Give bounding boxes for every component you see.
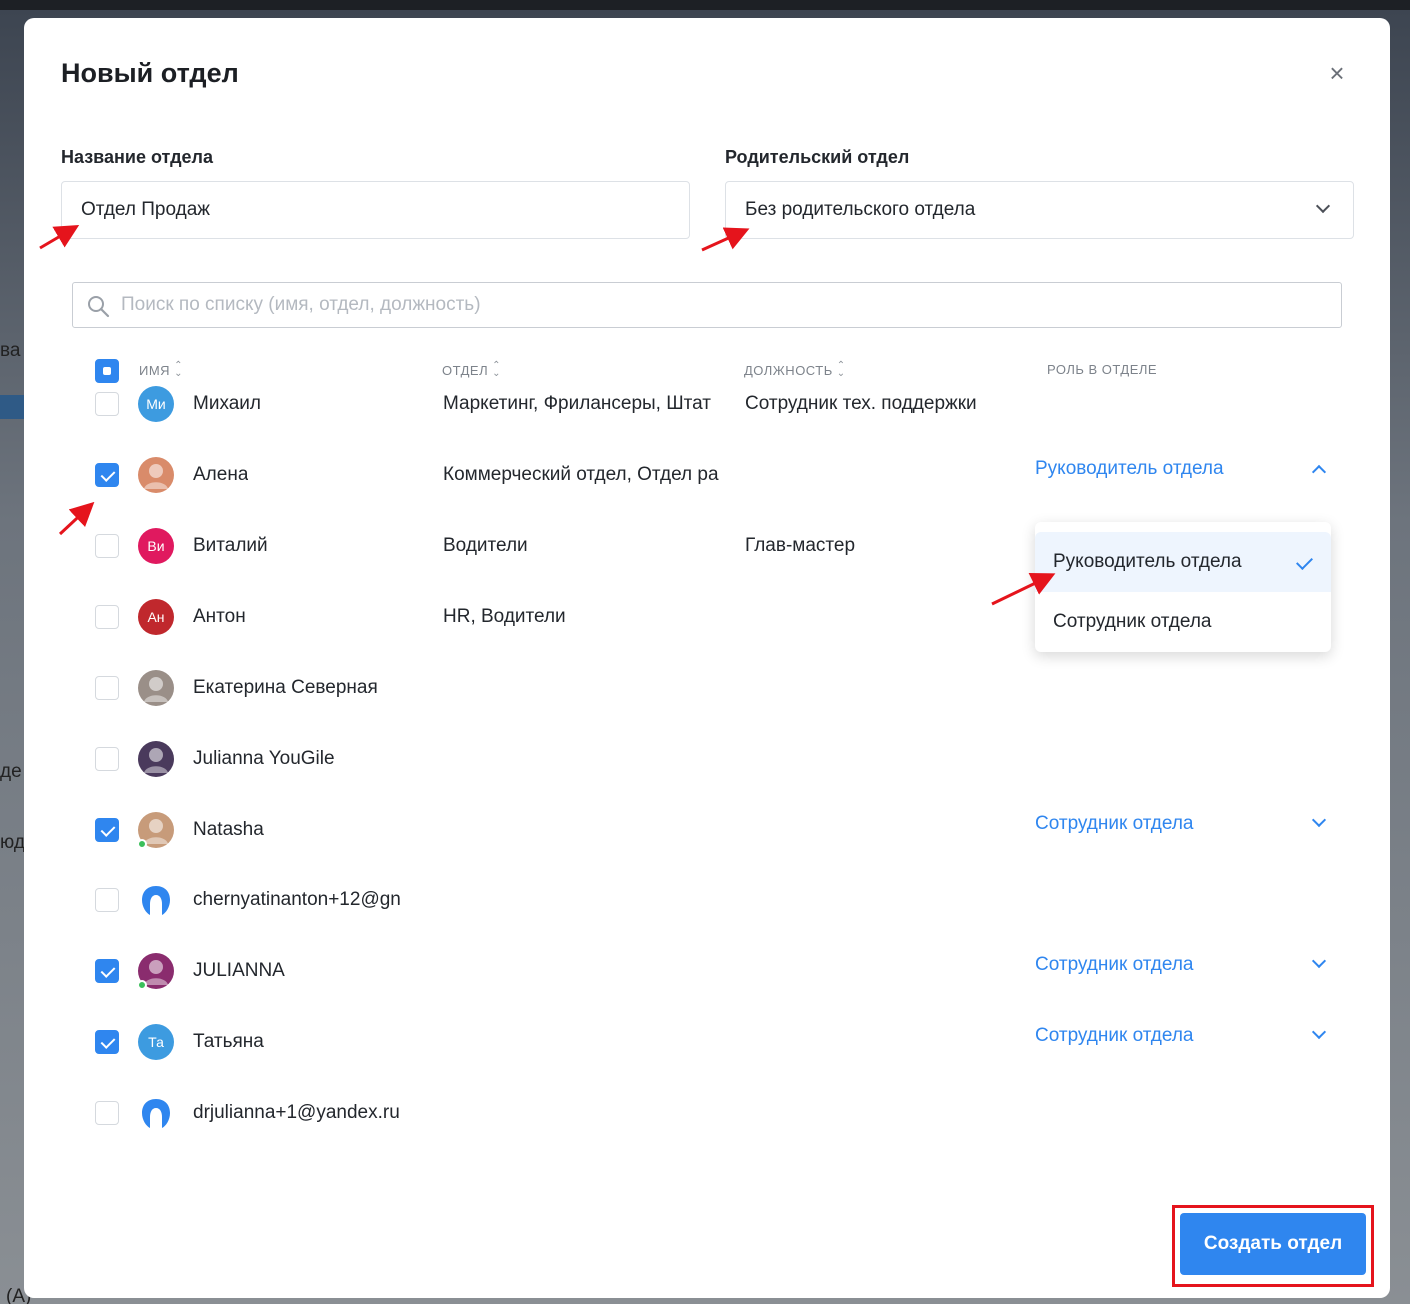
- arrow-icon: [58, 501, 95, 536]
- annotation-arrows: [39, 224, 1056, 606]
- arrow-icon: [991, 573, 1056, 606]
- arrow-icon: [701, 227, 750, 252]
- arrow-icon: [39, 224, 80, 250]
